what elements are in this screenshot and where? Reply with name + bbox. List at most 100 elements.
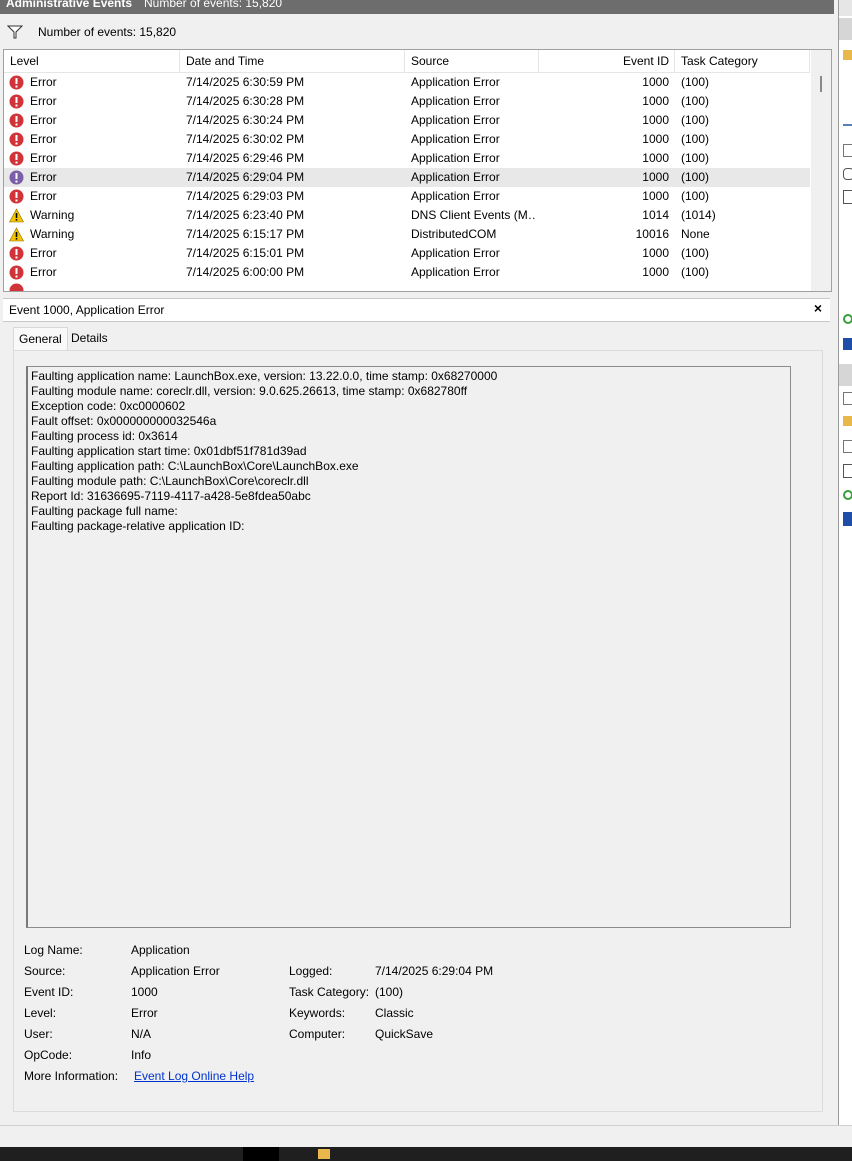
cell-datetime: 7/14/2025 6:30:28 PM: [186, 94, 305, 108]
event-actions-section-header[interactable]: [839, 364, 852, 386]
tab-general[interactable]: General: [13, 327, 68, 350]
description-line: Faulting package-relative application ID…: [31, 519, 245, 533]
table-row-partial[interactable]: [4, 281, 810, 291]
open-log-icon[interactable]: [843, 50, 852, 60]
filter-event-count: Number of events: 15,820: [38, 25, 177, 39]
log-name-value: Application: [131, 943, 190, 957]
event-description-box[interactable]: Faulting application name: LaunchBox.exe…: [26, 366, 791, 928]
level-value: Error: [131, 1006, 158, 1020]
cell-source: Application Error: [411, 265, 500, 279]
computer-value: QuickSave: [375, 1027, 434, 1041]
actions-pane: [838, 0, 852, 1125]
cell-event-id: 1000: [642, 265, 669, 279]
cell-source: Application Error: [411, 75, 500, 89]
table-row[interactable]: Error 7/14/2025 6:29:46 PM Application Err…: [4, 149, 810, 168]
cell-datetime: 7/14/2025 6:29:03 PM: [186, 189, 305, 203]
save-selected-icon[interactable]: [843, 464, 852, 478]
cell-level: Warning: [30, 208, 75, 222]
cell-source: DistributedCOM: [411, 227, 497, 241]
taskbar: [0, 1147, 852, 1161]
cell-task: (100): [681, 265, 710, 279]
cell-datetime: 7/14/2025 6:00:00 PM: [186, 265, 305, 279]
table-row[interactable]: Error 7/14/2025 6:30:59 PM Application Err…: [4, 73, 810, 92]
cell-task: (100): [681, 113, 710, 127]
cell-event-id: 1000: [642, 75, 669, 89]
actions-section-header[interactable]: [839, 18, 852, 40]
find-action-icon[interactable]: [843, 168, 852, 180]
close-icon[interactable]: ×: [814, 300, 822, 316]
event-log-online-help-link[interactable]: Event Log Online Help: [134, 1069, 254, 1083]
cell-level: Error: [30, 246, 57, 260]
table-row[interactable]: Error 7/14/2025 6:29:03 PM Application Err…: [4, 187, 810, 206]
event-properties-icon[interactable]: [843, 392, 852, 405]
table-row[interactable]: Error 7/14/2025 6:30:02 PM Application Err…: [4, 130, 810, 149]
cell-event-id: 1000: [642, 151, 669, 165]
events-table: Level Date and Time Source Event ID Task…: [3, 49, 832, 292]
cell-datetime: 7/14/2025 6:15:01 PM: [186, 246, 305, 260]
cell-source: Application Error: [411, 94, 500, 108]
event-help-icon[interactable]: [843, 512, 852, 526]
refresh-event-icon[interactable]: [843, 490, 852, 500]
taskbar-item[interactable]: [243, 1147, 279, 1161]
column-header-source[interactable]: Source: [405, 50, 539, 72]
column-header-level[interactable]: Level: [4, 50, 180, 72]
file-explorer-icon[interactable]: [318, 1149, 330, 1159]
error-icon: [9, 246, 24, 261]
save-action-icon[interactable]: [843, 190, 852, 204]
column-header-datetime[interactable]: Date and Time: [180, 50, 405, 72]
logged-value: 7/14/2025 6:29:04 PM: [375, 964, 494, 978]
list-scrollbar[interactable]: [811, 50, 831, 291]
filter-action-icon[interactable]: [843, 118, 852, 126]
error-icon: [9, 283, 24, 291]
cell-datetime: 7/14/2025 6:29:04 PM: [186, 170, 305, 184]
scrollbar-thumb[interactable]: [820, 76, 822, 92]
view-header: Administrative Events Number of events: …: [0, 0, 834, 14]
cell-source: Application Error: [411, 246, 500, 260]
warning-icon: [9, 227, 24, 242]
actions-pane-header: [839, 0, 852, 16]
table-row[interactable]: Error 7/14/2025 6:30:24 PM Application Err…: [4, 111, 810, 130]
table-row[interactable]: Error 7/14/2025 6:00:00 PM Application Err…: [4, 263, 810, 282]
level-label: Level:: [24, 1006, 57, 1020]
cell-event-id: 1000: [642, 246, 669, 260]
copy-icon[interactable]: [843, 440, 852, 453]
source-label: Source:: [24, 964, 66, 978]
opcode-value: Info: [131, 1048, 152, 1062]
table-row[interactable]: Error 7/14/2025 6:30:28 PM Application Err…: [4, 92, 810, 111]
table-row[interactable]: Warning 7/14/2025 6:23:40 PM DNS Client Ev…: [4, 206, 810, 225]
view-title: Administrative Events: [6, 0, 133, 10]
cell-level: Error: [30, 113, 57, 127]
error-icon: [9, 189, 24, 204]
help-icon[interactable]: [843, 338, 852, 350]
cell-event-id: 1000: [642, 94, 669, 108]
column-header-event-id[interactable]: Event ID: [539, 50, 675, 72]
table-row[interactable]: Error 7/14/2025 6:29:04 PM Application Err…: [4, 168, 810, 187]
cell-event-id: 1000: [642, 189, 669, 203]
cell-level: Error: [30, 94, 57, 108]
error-icon: [9, 151, 24, 166]
cell-datetime: 7/14/2025 6:30:02 PM: [186, 132, 305, 146]
tab-details[interactable]: Details: [66, 327, 113, 350]
status-bar: [0, 1125, 852, 1148]
cell-event-id: 1000: [642, 170, 669, 184]
cell-task: (100): [681, 246, 710, 260]
event-id-label: Event ID:: [24, 985, 74, 999]
table-row[interactable]: Warning 7/14/2025 6:15:17 PM DistributedCO…: [4, 225, 810, 244]
log-name-label: Log Name:: [24, 943, 83, 957]
cell-event-id: 1000: [642, 113, 669, 127]
properties-action-icon[interactable]: [843, 144, 852, 157]
cell-task: None: [681, 227, 710, 241]
user-label: User:: [24, 1027, 53, 1041]
table-row[interactable]: Error 7/14/2025 6:15:01 PM Application Err…: [4, 244, 810, 263]
logged-label: Logged:: [289, 964, 333, 978]
filter-funnel-icon[interactable]: [7, 25, 23, 39]
cell-event-id: 10016: [635, 227, 669, 241]
cell-source: Application Error: [411, 151, 500, 165]
refresh-icon[interactable]: [843, 314, 852, 324]
column-header-task-category[interactable]: Task Category: [675, 50, 810, 72]
attach-task-icon[interactable]: [843, 416, 852, 426]
task-category-value: (100): [375, 985, 404, 999]
error-icon: [9, 75, 24, 90]
cell-source: Application Error: [411, 170, 500, 184]
cell-task: (100): [681, 132, 710, 146]
